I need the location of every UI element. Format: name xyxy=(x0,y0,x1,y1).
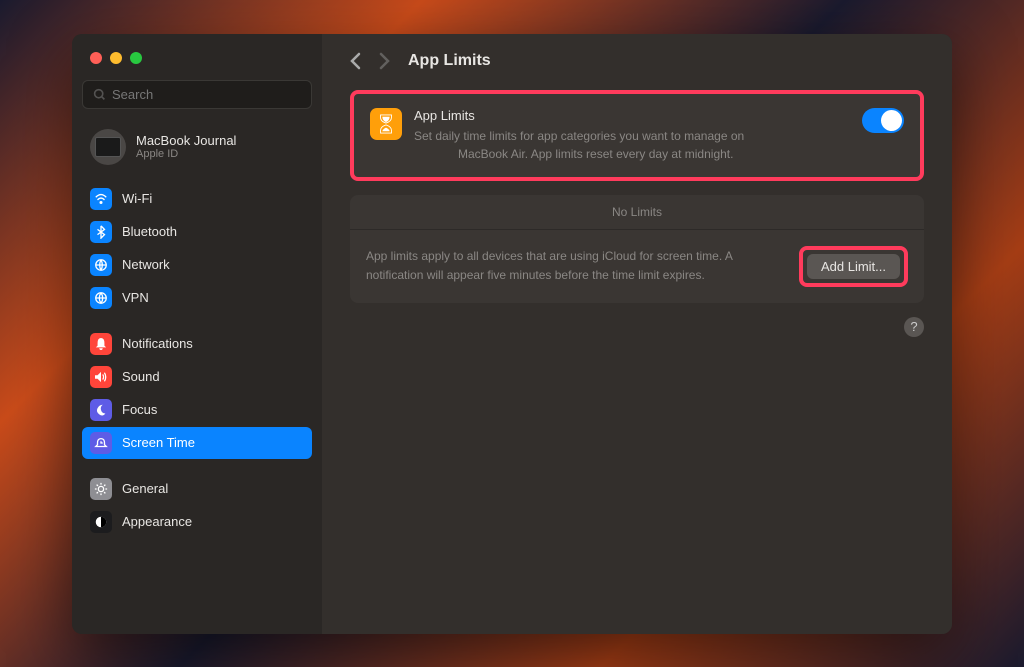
vpn-icon xyxy=(90,287,112,309)
traffic-lights xyxy=(82,48,312,78)
maximize-window-button[interactable] xyxy=(130,52,142,64)
card-title: App Limits xyxy=(414,108,850,123)
focus-icon xyxy=(90,399,112,421)
wifi-icon xyxy=(90,188,112,210)
limits-body: App limits apply to all devices that are… xyxy=(350,230,924,303)
forward-button[interactable] xyxy=(379,52,390,70)
avatar xyxy=(90,129,126,165)
bluetooth-icon xyxy=(90,221,112,243)
page-title: App Limits xyxy=(408,52,491,70)
account-text: MacBook Journal Apple ID xyxy=(136,133,236,160)
sidebar-item-notifications[interactable]: Notifications xyxy=(82,328,312,360)
back-button[interactable] xyxy=(350,52,361,70)
sidebar-section-general: General Appearance xyxy=(82,473,312,538)
search-icon xyxy=(93,88,106,101)
limits-card: No Limits App limits apply to all device… xyxy=(350,195,924,303)
settings-window: MacBook Journal Apple ID Wi-Fi xyxy=(72,34,952,634)
sidebar-item-appearance[interactable]: Appearance xyxy=(82,506,312,538)
content-area: App Limits App Limits Set daily time lim… xyxy=(322,34,952,634)
card-desc-line2: MacBook Air. App limits reset every day … xyxy=(458,147,733,161)
screentime-icon xyxy=(90,432,112,454)
sidebar-item-label: Appearance xyxy=(122,514,192,529)
sidebar-item-label: Notifications xyxy=(122,336,193,351)
sidebar-item-sound[interactable]: Sound xyxy=(82,361,312,393)
sidebar-item-label: Bluetooth xyxy=(122,224,177,239)
sidebar-section-network: Wi-Fi Bluetooth Network xyxy=(82,183,312,314)
sidebar-item-focus[interactable]: Focus xyxy=(82,394,312,426)
nav-arrows xyxy=(350,52,390,70)
content-header: App Limits xyxy=(350,52,924,70)
sidebar-item-label: General xyxy=(122,481,168,496)
search-input[interactable] xyxy=(112,87,301,102)
minimize-window-button[interactable] xyxy=(110,52,122,64)
network-icon xyxy=(90,254,112,276)
app-limits-toggle[interactable] xyxy=(862,108,904,133)
sound-icon xyxy=(90,366,112,388)
appearance-icon xyxy=(90,511,112,533)
sidebar-item-label: Screen Time xyxy=(122,435,195,450)
sidebar-section-focus: Notifications Sound Focus xyxy=(82,328,312,459)
sidebar-item-screentime[interactable]: Screen Time xyxy=(82,427,312,459)
add-limit-highlight: Add Limit... xyxy=(799,246,908,287)
sidebar-item-network[interactable]: Network xyxy=(82,249,312,281)
card-description: Set daily time limits for app categories… xyxy=(414,127,850,163)
toggle-knob xyxy=(881,110,902,131)
general-icon xyxy=(90,478,112,500)
sidebar-item-label: Focus xyxy=(122,402,157,417)
app-limits-card: App Limits Set daily time limits for app… xyxy=(350,90,924,181)
sidebar-item-general[interactable]: General xyxy=(82,473,312,505)
card-desc-line1: Set daily time limits for app categories… xyxy=(414,129,744,143)
sidebar: MacBook Journal Apple ID Wi-Fi xyxy=(72,34,322,634)
sidebar-item-label: VPN xyxy=(122,290,149,305)
sidebar-item-bluetooth[interactable]: Bluetooth xyxy=(82,216,312,248)
limits-header: No Limits xyxy=(350,195,924,230)
sidebar-item-label: Wi-Fi xyxy=(122,191,152,206)
sidebar-item-label: Sound xyxy=(122,369,160,384)
notifications-icon xyxy=(90,333,112,355)
account-name: MacBook Journal xyxy=(136,133,236,148)
sidebar-item-wifi[interactable]: Wi-Fi xyxy=(82,183,312,215)
account-row[interactable]: MacBook Journal Apple ID xyxy=(82,123,312,171)
limits-description: App limits apply to all devices that are… xyxy=(366,247,783,285)
hourglass-icon xyxy=(370,108,402,140)
help-button[interactable]: ? xyxy=(904,317,924,337)
search-box[interactable] xyxy=(82,80,312,109)
add-limit-button[interactable]: Add Limit... xyxy=(807,254,900,279)
account-sub: Apple ID xyxy=(136,148,236,160)
sidebar-item-label: Network xyxy=(122,257,170,272)
redacted-name xyxy=(414,148,456,160)
sidebar-item-vpn[interactable]: VPN xyxy=(82,282,312,314)
close-window-button[interactable] xyxy=(90,52,102,64)
